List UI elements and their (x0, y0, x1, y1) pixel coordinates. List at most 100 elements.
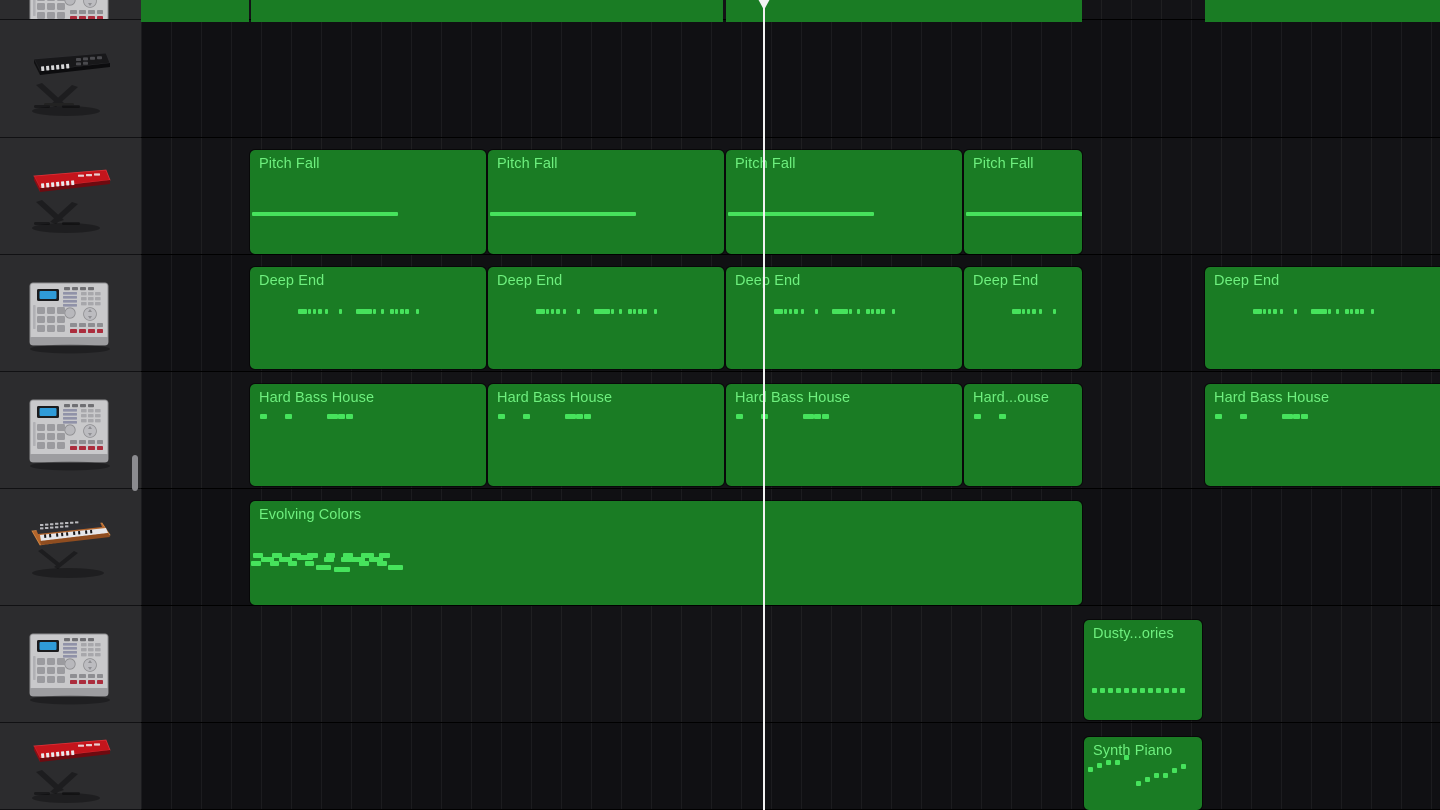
note (400, 309, 404, 314)
note (1172, 768, 1177, 773)
note (1268, 309, 1271, 314)
note (1097, 763, 1102, 768)
region-r7[interactable]: Deep End (726, 267, 962, 369)
note (1360, 309, 1364, 314)
vertical-scrollbar-thumb[interactable] (132, 455, 138, 491)
timeline-canvas[interactable]: Pitch Fall Pitch Fall Pitch Fall Pitch Fall… (141, 0, 1440, 810)
region-notes (250, 150, 486, 254)
note-sustain (490, 212, 637, 216)
note (1136, 781, 1141, 786)
note (305, 561, 314, 566)
note (1253, 309, 1262, 314)
note (1108, 688, 1113, 693)
strip-region-2[interactable] (726, 0, 1082, 22)
note-sustain (966, 212, 1082, 216)
note (822, 414, 829, 419)
lane-separator (141, 722, 1440, 723)
track-header-3[interactable] (0, 255, 141, 372)
lane-6[interactable] (141, 606, 1440, 723)
note (892, 309, 895, 314)
note (643, 309, 647, 314)
note (654, 309, 657, 314)
lane-1[interactable] (141, 20, 1440, 138)
region-notes (726, 150, 962, 254)
track-header-5[interactable] (0, 489, 141, 606)
note (260, 414, 267, 419)
region-notes (1205, 267, 1440, 369)
note (556, 309, 560, 314)
note (1154, 773, 1159, 778)
note (611, 309, 614, 314)
region-r2[interactable]: Pitch Fall (488, 150, 724, 254)
strip-region-0[interactable] (141, 0, 249, 22)
note (1301, 414, 1308, 419)
track-header-1[interactable] (0, 20, 141, 138)
note (536, 309, 545, 314)
synth-wood-icon (14, 501, 124, 593)
note (1115, 760, 1120, 765)
note (1328, 309, 1331, 314)
region-r11[interactable]: Hard Bass House (488, 384, 724, 486)
note (1092, 688, 1097, 693)
note (270, 561, 279, 566)
region-r15[interactable]: Evolving Colors (250, 501, 1082, 605)
note (1132, 688, 1137, 693)
strip-region-3[interactable] (1205, 0, 1440, 22)
strip-region-1[interactable] (251, 0, 723, 22)
note (339, 309, 342, 314)
note (346, 414, 353, 419)
lane-separator (141, 605, 1440, 606)
region-r12[interactable]: Hard Bass House (726, 384, 962, 486)
region-r5[interactable]: Deep End (250, 267, 486, 369)
region-notes (488, 267, 724, 369)
region-notes (1205, 384, 1440, 486)
region-notes (250, 267, 486, 369)
note (307, 553, 318, 558)
track-header-2[interactable] (0, 138, 141, 255)
region-r17[interactable]: Synth Piano (1084, 737, 1202, 810)
note (381, 309, 384, 314)
playhead[interactable] (758, 0, 770, 810)
region-r1[interactable]: Pitch Fall (250, 150, 486, 254)
note (638, 309, 642, 314)
playhead-marker-icon (758, 0, 770, 10)
note (546, 309, 549, 314)
region-r4[interactable]: Pitch Fall (964, 150, 1082, 254)
note (308, 309, 311, 314)
note (338, 414, 345, 419)
region-r9[interactable]: Deep End (1205, 267, 1440, 369)
track-header-7[interactable] (0, 723, 141, 810)
region-r6[interactable]: Deep End (488, 267, 724, 369)
note (974, 414, 981, 419)
note (1100, 688, 1105, 693)
region-r16[interactable]: Dusty...ories (1084, 620, 1202, 720)
note (594, 309, 610, 314)
note (815, 309, 818, 314)
note (1240, 414, 1247, 419)
note (251, 561, 261, 566)
region-notes (250, 501, 1082, 605)
note (1148, 688, 1153, 693)
track-headers-column[interactable] (0, 0, 141, 810)
note (523, 414, 530, 419)
region-r13[interactable]: Hard...ouse (964, 384, 1082, 486)
note (876, 309, 880, 314)
track-header-4[interactable] (0, 372, 141, 489)
region-r3[interactable]: Pitch Fall (726, 150, 962, 254)
lane-7[interactable] (141, 723, 1440, 810)
note (388, 565, 403, 570)
track-header-6[interactable] (0, 606, 141, 723)
track-header-0[interactable] (0, 0, 141, 20)
note (1164, 688, 1169, 693)
region-r14[interactable]: Hard Bass House (1205, 384, 1440, 486)
note (1294, 309, 1297, 314)
note (326, 553, 335, 558)
note (1273, 309, 1277, 314)
note (1124, 755, 1129, 760)
region-r10[interactable]: Hard Bass House (250, 384, 486, 486)
note (379, 553, 390, 558)
region-r8[interactable]: Deep End (964, 267, 1082, 369)
keyboard-red-icon (14, 150, 124, 242)
note (1022, 309, 1025, 314)
note (551, 309, 554, 314)
